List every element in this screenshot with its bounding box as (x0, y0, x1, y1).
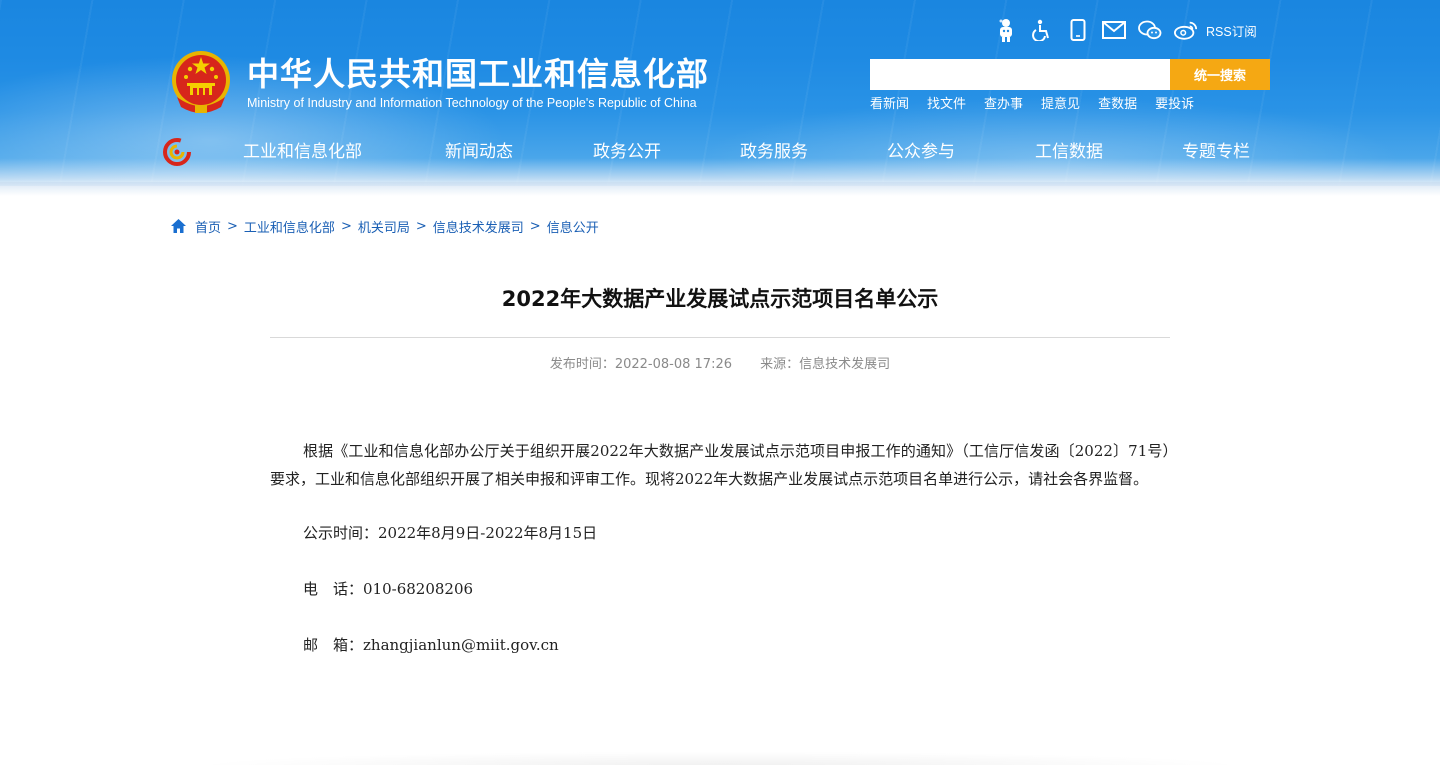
article-paragraph: 根据《工业和信息化部办公厅关于组织开展2022年大数据产业发展试点示范项目申报工… (270, 442, 1170, 488)
article-meta: 发布时间：2022-08-08 17:26 来源：信息技术发展司 (270, 356, 1170, 374)
quick-links: 看新闻 找文件 查办事 提意见 查数据 要投诉 (870, 96, 1212, 114)
article-body: 根据《工业和信息化部办公厅关于组织开展2022年大数据产业发展试点示范项目申报工… (270, 437, 1170, 687)
nav-item-news[interactable]: 新闻动态 (445, 140, 513, 164)
mobile-icon[interactable] (1066, 18, 1090, 42)
breadcrumb-home[interactable]: 首页 (195, 217, 221, 236)
article-source: 来源：信息技术发展司 (760, 357, 891, 372)
quick-link-complaint[interactable]: 要投诉 (1155, 96, 1194, 114)
main-nav: 工业和信息化部 新闻动态 政务公开 政务服务 公众参与 工信数据 专题专栏 (0, 136, 1440, 168)
utility-icons-bar: RSS订阅 (994, 16, 1257, 44)
article-title: 2022年大数据产业发展试点示范项目名单公示 (501, 287, 939, 311)
rss-subscribe-link[interactable]: RSS订阅 (1206, 21, 1257, 40)
site-title[interactable]: 中华人民共和国工业和信息化部 (247, 54, 709, 94)
quick-link-data[interactable]: 查数据 (1098, 96, 1137, 114)
contact-email: 邮 箱：zhangjianlun@miit.gov.cn (303, 636, 559, 654)
notice-period: 公示时间：2022年8月9日-2022年8月15日 (303, 524, 598, 542)
nav-item-government-services[interactable]: 政务服务 (740, 140, 808, 164)
quick-link-feedback[interactable]: 提意见 (1041, 96, 1080, 114)
site-subtitle: Ministry of Industry and Information Tec… (247, 96, 697, 110)
home-icon[interactable] (170, 218, 187, 234)
breadcrumb-ministry[interactable]: 工业和信息化部 (244, 217, 335, 236)
nav-item-public-participation[interactable]: 公众参与 (887, 140, 955, 164)
breadcrumb-separator: > (227, 218, 238, 234)
breadcrumb-separator: > (415, 218, 427, 234)
title-divider (270, 337, 1170, 338)
search-button[interactable]: 统一搜索 (1170, 59, 1270, 90)
nav-item-data[interactable]: 工信数据 (1035, 140, 1103, 164)
robot-assistant-icon[interactable] (994, 18, 1018, 42)
mail-icon[interactable] (1102, 18, 1126, 42)
breadcrumb-separator: > (529, 218, 541, 234)
accessibility-icon[interactable] (1030, 18, 1054, 42)
nav-item-government-affairs[interactable]: 政务公开 (593, 140, 661, 164)
publish-time: 发布时间：2022-08-08 17:26 (549, 357, 732, 372)
content-bottom-shadow (60, 748, 1380, 765)
contact-phone: 电 话：010-68208206 (303, 580, 474, 598)
search-input[interactable] (870, 59, 1170, 90)
nav-item-ministry[interactable]: 工业和信息化部 (243, 140, 362, 164)
breadcrumb-separator: > (340, 218, 352, 234)
weibo-icon[interactable] (1174, 18, 1198, 42)
nav-item-special-topics[interactable]: 专题专栏 (1182, 140, 1250, 164)
national-emblem-icon[interactable] (169, 49, 233, 115)
breadcrumb-departments[interactable]: 机关司局 (358, 217, 410, 236)
breadcrumb-it-development-dept[interactable]: 信息技术发展司 (433, 217, 524, 236)
breadcrumb: 首页 > 工业和信息化部 > 机关司局 > 信息技术发展司 > 信息公开 (170, 216, 599, 236)
quick-link-services[interactable]: 查办事 (984, 96, 1023, 114)
header-shadow (0, 182, 1440, 196)
quick-link-news[interactable]: 看新闻 (870, 96, 909, 114)
wechat-icon[interactable] (1138, 18, 1162, 42)
quick-link-documents[interactable]: 找文件 (927, 96, 966, 114)
breadcrumb-info-disclosure[interactable]: 信息公开 (547, 217, 599, 236)
site-header: 中华人民共和国工业和信息化部 Ministry of Industry and … (0, 0, 1440, 186)
